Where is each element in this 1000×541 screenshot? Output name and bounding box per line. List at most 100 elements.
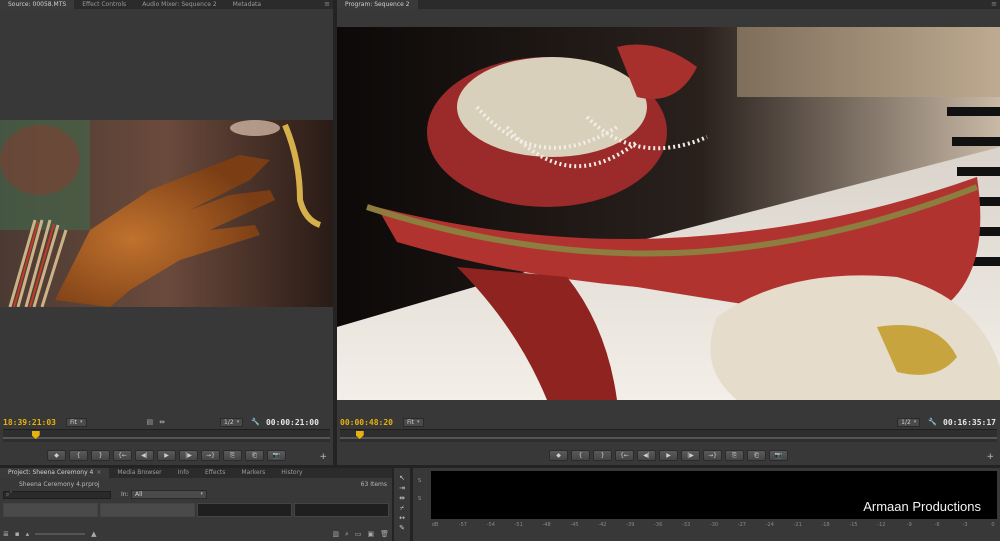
project-item-thumbnail[interactable] [3, 503, 98, 517]
program-resolution-dropdown[interactable]: 1/2 ▾ [897, 417, 921, 427]
tab-program[interactable]: Program: Sequence 2 [337, 0, 418, 9]
project-item-thumbnail[interactable] [100, 503, 195, 517]
play-button[interactable]: ▶ [659, 450, 678, 461]
program-current-timecode[interactable]: 00:00:48:20 [340, 418, 393, 427]
tab-history[interactable]: History [273, 468, 310, 478]
tab-info[interactable]: Info [170, 468, 197, 478]
ripple-edit-tool-icon[interactable]: ⇹ [397, 494, 407, 502]
selection-tool-icon[interactable]: ↖ [397, 474, 407, 482]
db-tick-label: -51 [514, 522, 523, 528]
zoom-out-icon[interactable]: ▴ [26, 530, 30, 538]
insert-button[interactable]: ⎘ [223, 450, 242, 461]
tab-metadata[interactable]: Metadata [225, 0, 269, 9]
source-frame-image [0, 120, 333, 307]
tab-media-browser[interactable]: Media Browser [109, 468, 169, 478]
wrench-icon[interactable]: 🔧 [928, 418, 937, 426]
tab-audio-mixer[interactable]: Audio Mixer: Sequence 2 [134, 0, 224, 9]
db-tick-label: -39 [626, 522, 635, 528]
tab-effects[interactable]: Effects [197, 468, 233, 478]
tab-effect-controls[interactable]: Effect Controls [74, 0, 134, 9]
db-tick-label: -3 [962, 522, 968, 528]
mark-in-button[interactable]: { [571, 450, 590, 461]
list-view-icon[interactable]: ≣ [3, 530, 9, 538]
db-tick-label: 0 [991, 522, 995, 528]
project-item-thumbnail[interactable] [294, 503, 389, 517]
source-tabbar: Source: 00058.MTS Effect Controls Audio … [0, 0, 333, 9]
zoom-in-icon[interactable]: ▲ [91, 530, 96, 538]
tab-source[interactable]: Source: 00058.MTS [0, 0, 75, 9]
mark-out-button[interactable]: } [593, 450, 612, 461]
delete-icon[interactable]: 🗑 [380, 530, 389, 538]
db-tick-label: -36 [654, 522, 663, 528]
add-button-icon[interactable]: + [986, 452, 994, 462]
source-current-timecode[interactable]: 18:39:21:03 [3, 418, 56, 427]
go-to-in-button[interactable]: {← [615, 450, 634, 461]
program-tabbar: Program: Sequence 2 [337, 0, 1000, 9]
project-file-name: Sheena Ceremony 4.prproj [19, 481, 100, 488]
zoom-slider[interactable] [35, 533, 86, 535]
insert-button[interactable]: ⎘ [725, 450, 744, 461]
solo-right-button[interactable]: S [418, 496, 421, 502]
db-tick-label: -54 [486, 522, 495, 528]
audio-meter-display: Armaan Productions [431, 471, 997, 519]
program-time-ruler[interactable] [340, 429, 997, 442]
insert-icon[interactable]: ▤ [147, 418, 154, 426]
project-thumbnails [3, 503, 389, 517]
add-button-icon[interactable]: + [319, 452, 327, 462]
db-tick-label: -42 [598, 522, 607, 528]
step-back-button[interactable]: ◀| [637, 450, 656, 461]
db-tick-label: -27 [737, 522, 746, 528]
mark-out-button[interactable]: } [91, 450, 110, 461]
project-panel: Project: Sheena Ceremony 4 × Media Browse… [0, 468, 392, 541]
panel-menu-icon[interactable]: ≡ [324, 0, 330, 9]
source-timecode-row: 18:39:21:03 Fit ▾ ▤ ⇹ 1/2 ▾ 🔧 00:00:21:00 [0, 416, 333, 428]
item-count: 63 Items [360, 481, 387, 488]
panel-menu-icon[interactable]: ≡ [991, 0, 997, 9]
overwrite-button[interactable]: ⎗ [747, 450, 766, 461]
automate-to-sequence-icon[interactable]: ▥ [332, 530, 339, 538]
step-forward-button[interactable]: |▶ [681, 450, 700, 461]
program-fit-dropdown[interactable]: Fit ▾ [402, 417, 424, 427]
tab-markers[interactable]: Markers [233, 468, 273, 478]
source-fit-dropdown[interactable]: Fit ▾ [65, 417, 87, 427]
razor-tool-icon[interactable]: ⌿ [397, 504, 407, 512]
source-resolution-dropdown[interactable]: 1/2 ▾ [220, 417, 244, 427]
close-tab-icon[interactable]: × [96, 469, 101, 476]
source-duration-timecode: 00:00:21:00 [265, 417, 319, 427]
export-frame-button[interactable]: 📷 [267, 450, 286, 461]
play-button[interactable]: ▶ [157, 450, 176, 461]
export-frame-button[interactable]: 📷 [769, 450, 788, 461]
wrench-icon[interactable]: 🔧 [251, 418, 260, 426]
watermark-text: Armaan Productions [863, 499, 981, 514]
step-forward-button[interactable]: |▶ [179, 450, 198, 461]
add-marker-button[interactable]: ◆ [549, 450, 568, 461]
overwrite-button[interactable]: ⎗ [245, 450, 264, 461]
find-icon[interactable]: ⌕ [345, 530, 349, 539]
new-item-icon[interactable]: ▣ [367, 530, 374, 538]
icon-view-icon[interactable]: ▪ [15, 530, 20, 538]
add-marker-button[interactable]: ◆ [47, 450, 66, 461]
step-back-button[interactable]: ◀| [135, 450, 154, 461]
db-tick-label: -12 [877, 522, 886, 528]
source-time-ruler[interactable] [3, 429, 330, 442]
source-monitor-panel: Source: 00058.MTS Effect Controls Audio … [0, 0, 333, 465]
go-to-in-button[interactable]: {← [113, 450, 132, 461]
slip-tool-icon[interactable]: ↔ [397, 514, 407, 522]
tools-panel: ↖ ⇥ ⇹ ⌿ ↔ ✎ [394, 468, 410, 541]
track-select-tool-icon[interactable]: ⇥ [397, 484, 407, 492]
project-tabbar: Project: Sheena Ceremony 4 × Media Browse… [0, 468, 392, 478]
new-bin-icon[interactable]: ▭ [355, 530, 362, 538]
mark-in-button[interactable]: { [69, 450, 88, 461]
db-tick-label: -30 [709, 522, 719, 528]
go-to-out-button[interactable]: →} [201, 450, 220, 461]
project-item-thumbnail[interactable] [197, 503, 292, 517]
in-filter-dropdown[interactable]: All ▾ [131, 490, 207, 499]
go-to-out-button[interactable]: →} [703, 450, 722, 461]
drag-audio-icon[interactable]: ⇹ [159, 418, 165, 426]
project-search-input[interactable]: ⌕˅ [3, 491, 111, 499]
solo-left-button[interactable]: S [418, 478, 421, 484]
tab-project[interactable]: Project: Sheena Ceremony 4 × [0, 468, 110, 478]
db-tick-label: -21 [793, 522, 802, 528]
source-video-frame [0, 120, 333, 307]
pen-tool-icon[interactable]: ✎ [397, 524, 407, 532]
